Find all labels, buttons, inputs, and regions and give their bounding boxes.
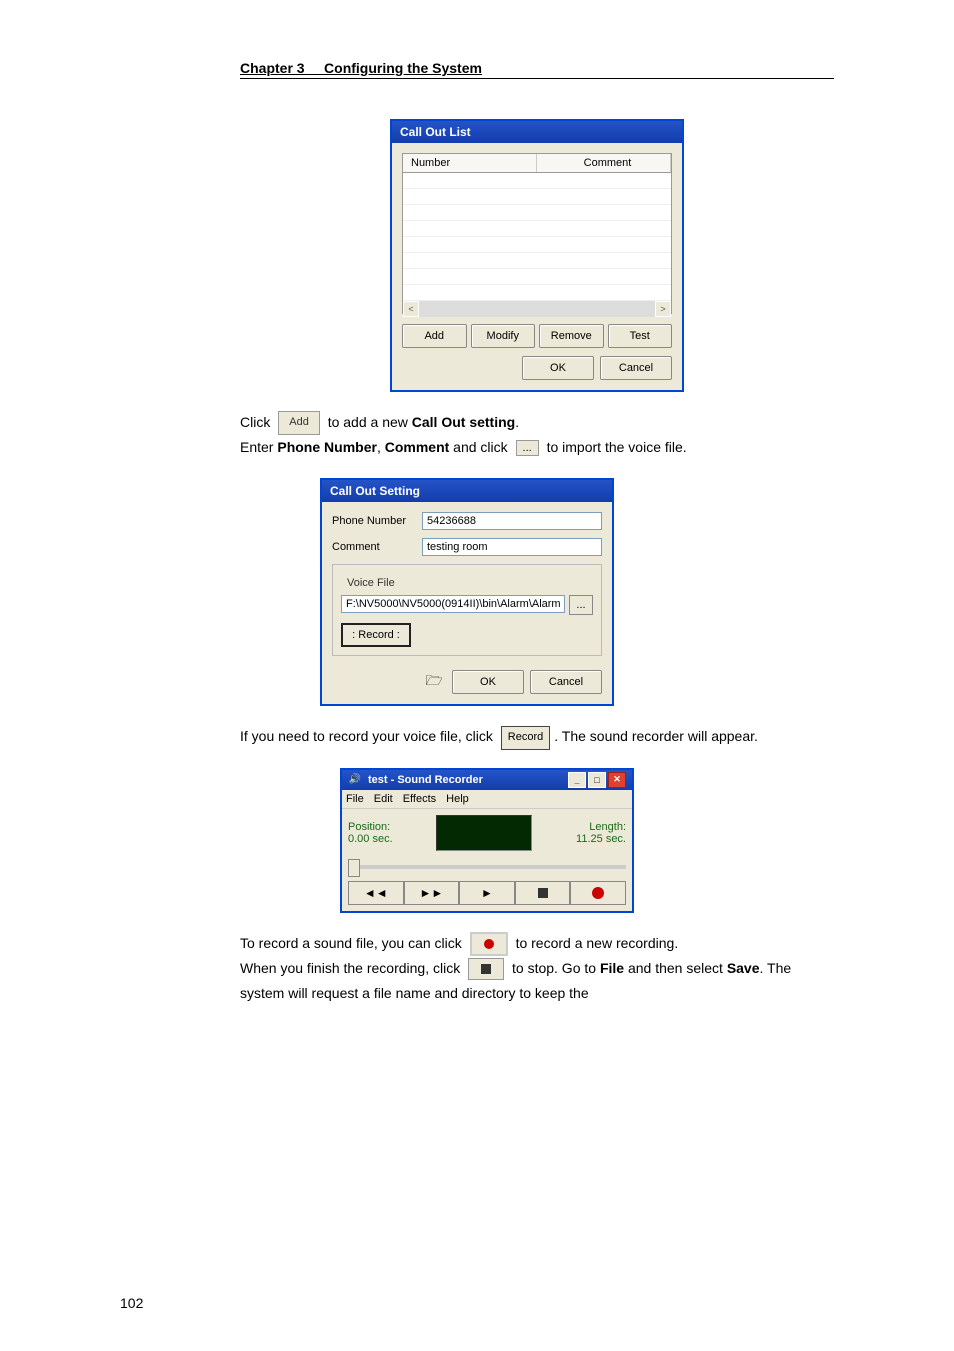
comment-label: Comment — [332, 541, 422, 553]
table-row — [403, 189, 671, 205]
inline-record-icon-button — [470, 932, 508, 956]
record-icon — [484, 939, 494, 949]
window-title: test - Sound Recorder — [368, 774, 483, 786]
minimize-button[interactable]: _ — [568, 772, 586, 788]
list-body[interactable]: < > — [402, 173, 672, 314]
position-readout: Position: 0.00 sec. — [348, 821, 393, 845]
inline-add-button: Add — [278, 411, 320, 435]
dialog-title-bar: Call Out Setting — [322, 480, 612, 502]
table-row — [403, 285, 671, 301]
call-out-setting-dialog: Call Out Setting Phone Number Comment Vo… — [320, 478, 614, 706]
open-folder-icon[interactable]: 🗁 — [422, 672, 446, 692]
menu-effects[interactable]: Effects — [403, 793, 436, 805]
inline-stop-icon-button — [468, 958, 504, 980]
remove-button[interactable]: Remove — [539, 324, 604, 348]
maximize-button[interactable]: □ — [588, 772, 606, 788]
dialog-title-bar: Call Out List — [392, 121, 682, 143]
voice-file-path-input[interactable] — [341, 595, 565, 613]
speaker-icon: 🔊 — [348, 773, 362, 787]
record-icon — [592, 887, 604, 899]
browse-button[interactable]: ... — [569, 595, 593, 615]
cancel-button[interactable]: Cancel — [530, 670, 602, 694]
sound-recorder-window: 🔊 test - Sound Recorder _ □ ✕ File Edit … — [340, 768, 634, 913]
dialog-title: Call Out Setting — [330, 484, 420, 498]
scroll-right-icon[interactable]: > — [655, 301, 671, 317]
table-row — [403, 173, 671, 189]
phone-number-input[interactable] — [422, 512, 602, 530]
waveform-display — [436, 815, 532, 851]
table-row — [403, 269, 671, 285]
paragraph-record-voice: If you need to record your voice file, c… — [240, 724, 834, 749]
dialog-title: Call Out List — [400, 125, 471, 139]
menu-bar: File Edit Effects Help — [342, 790, 632, 809]
chapter-heading: Chapter 3 Configuring the System — [240, 60, 834, 79]
stop-icon — [538, 888, 548, 898]
forward-button[interactable]: ►► — [404, 881, 460, 905]
voice-file-legend: Voice File — [343, 577, 399, 589]
length-readout: Length: 11.25 sec. — [576, 821, 626, 845]
cancel-button[interactable]: Cancel — [600, 356, 672, 380]
voice-file-group: Voice File ... : Record : — [332, 564, 602, 656]
list-header: Number Comment — [402, 153, 672, 173]
inline-browse-button: ... — [516, 440, 539, 456]
play-button[interactable]: ► — [459, 881, 515, 905]
stop-button[interactable] — [515, 881, 571, 905]
close-button[interactable]: ✕ — [608, 772, 626, 788]
ok-button[interactable]: OK — [522, 356, 594, 380]
table-row — [403, 205, 671, 221]
test-button[interactable]: Test — [608, 324, 673, 348]
column-number[interactable]: Number — [403, 154, 537, 172]
chapter-label: Chapter 3 — [240, 60, 305, 76]
ok-button[interactable]: OK — [452, 670, 524, 694]
menu-help[interactable]: Help — [446, 793, 469, 805]
scroll-left-icon[interactable]: < — [403, 301, 419, 317]
table-row — [403, 237, 671, 253]
inline-record-button: Record — [501, 726, 550, 750]
stop-icon — [481, 964, 491, 974]
menu-edit[interactable]: Edit — [374, 793, 393, 805]
record-button[interactable]: : Record : — [341, 623, 411, 647]
horizontal-scrollbar[interactable]: < > — [403, 301, 671, 317]
column-comment[interactable]: Comment — [537, 154, 671, 172]
table-row — [403, 221, 671, 237]
scroll-track[interactable] — [419, 301, 655, 317]
rewind-button[interactable]: ◄◄ — [348, 881, 404, 905]
table-row — [403, 253, 671, 269]
call-out-list-dialog: Call Out List Number Comment — [390, 119, 684, 392]
position-slider[interactable] — [348, 857, 626, 877]
add-button[interactable]: Add — [402, 324, 467, 348]
chapter-title: Configuring the System — [324, 60, 482, 76]
window-title-bar: 🔊 test - Sound Recorder _ □ ✕ — [342, 770, 632, 790]
paragraph-record-sound-file: To record a sound file, you can click to… — [240, 931, 834, 1007]
page-number: 102 — [120, 1295, 143, 1311]
slider-thumb[interactable] — [348, 859, 360, 877]
paragraph-click-add: Click Add to add a new Call Out setting.… — [240, 410, 834, 460]
record-button[interactable] — [570, 881, 626, 905]
modify-button[interactable]: Modify — [471, 324, 536, 348]
menu-file[interactable]: File — [346, 793, 364, 805]
comment-input[interactable] — [422, 538, 602, 556]
phone-number-label: Phone Number — [332, 515, 422, 527]
